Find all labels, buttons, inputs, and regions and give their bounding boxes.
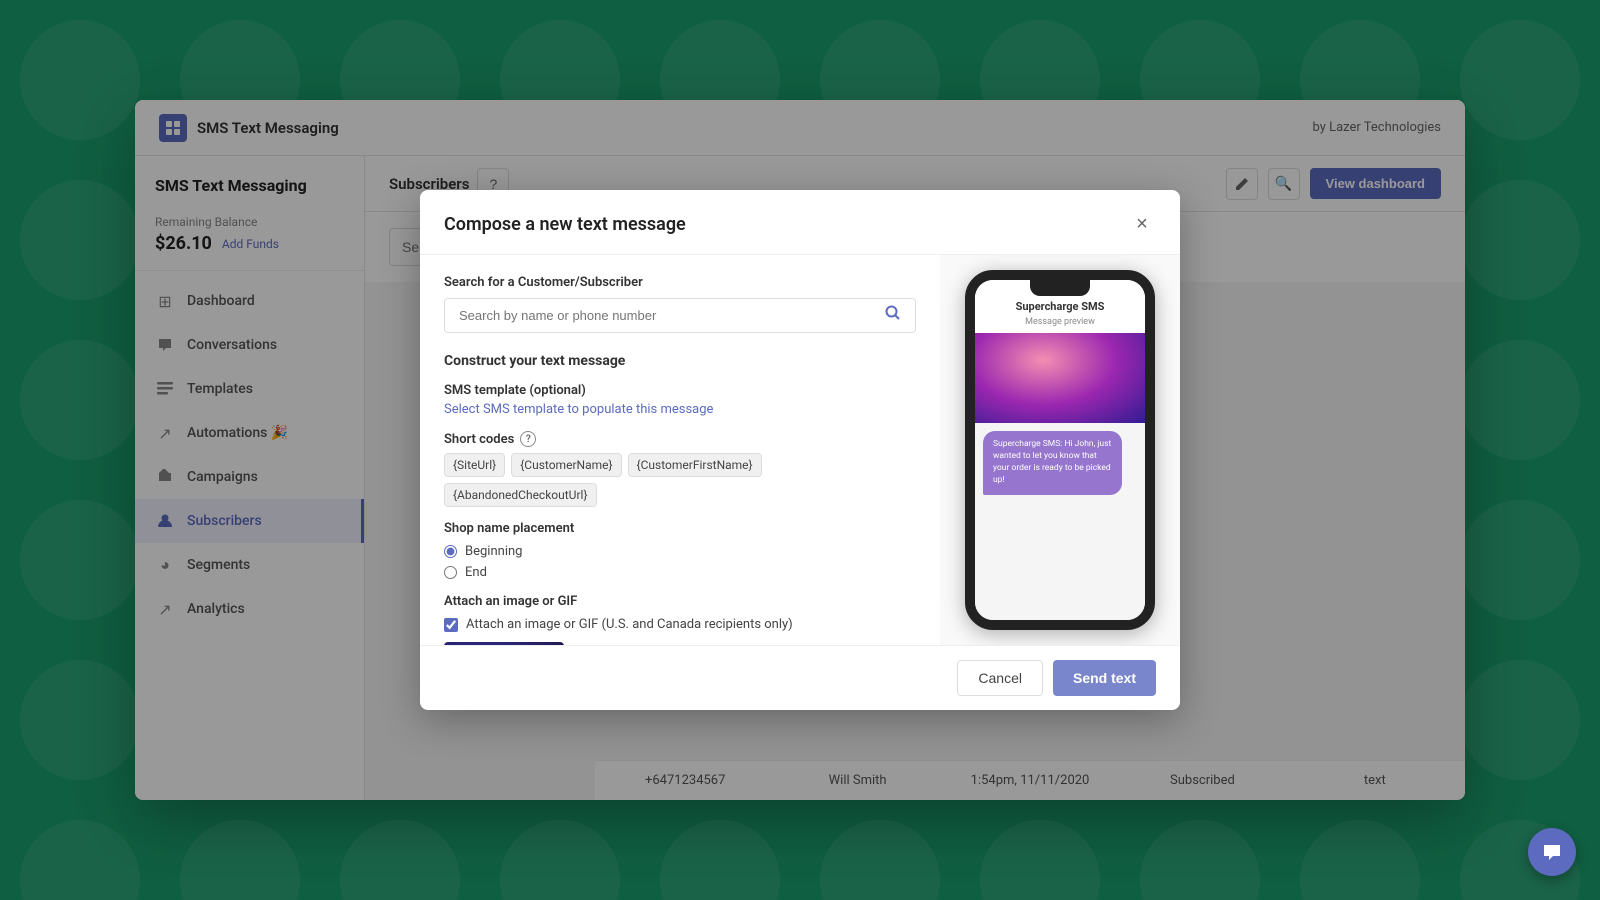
chat-widget[interactable] — [1528, 828, 1576, 876]
customer-search-input[interactable] — [455, 299, 881, 332]
radio-end-label: End — [465, 565, 487, 580]
modal-right-panel: Supercharge SMS Message preview Supercha… — [940, 255, 1180, 645]
phone-frame: Supercharge SMS Message preview Supercha… — [965, 270, 1155, 630]
image-preview — [444, 642, 564, 645]
phone-notch — [1030, 280, 1090, 296]
modal-header: Compose a new text message × — [420, 190, 1180, 255]
radio-beginning[interactable]: Beginning — [444, 544, 916, 559]
short-code-customername[interactable]: {CustomerName} — [511, 453, 621, 477]
cancel-button[interactable]: Cancel — [957, 660, 1043, 696]
modal-body: Search for a Customer/Subscriber Constru… — [420, 255, 1180, 645]
sms-template-link[interactable]: Select SMS template to populate this mes… — [444, 402, 916, 417]
radio-beginning-input[interactable] — [444, 545, 457, 558]
modal-left-panel: Search for a Customer/Subscriber Constru… — [420, 255, 940, 645]
construct-section: Construct your text message SMS template… — [444, 353, 916, 645]
send-text-button[interactable]: Send text — [1053, 660, 1156, 696]
image-preview-inner — [444, 642, 564, 645]
short-codes-label: Short codes ? — [444, 431, 916, 447]
attach-checkbox[interactable] — [444, 618, 458, 632]
attach-checkbox-label: Attach an image or GIF (U.S. and Canada … — [466, 617, 793, 632]
phone-image-area — [975, 333, 1145, 423]
radio-beginning-label: Beginning — [465, 544, 522, 559]
construct-title: Construct your text message — [444, 353, 916, 369]
attach-checkbox-row: Attach an image or GIF (U.S. and Canada … — [444, 617, 916, 632]
phone-message-bubble: Supercharge SMS: Hi John, just wanted to… — [983, 431, 1122, 495]
search-input-wrap — [444, 298, 916, 333]
search-section-label: Search for a Customer/Subscriber — [444, 275, 916, 290]
shop-name-section: Shop name placement Beginning End — [444, 521, 916, 580]
modal-overlay: Compose a new text message × Search for … — [0, 0, 1600, 900]
sms-template-label: SMS template (optional) — [444, 383, 916, 398]
attach-section: Attach an image or GIF Attach an image o… — [444, 594, 916, 645]
phone-screen: Supercharge SMS Message preview Supercha… — [975, 280, 1145, 620]
modal-footer: Cancel Send text — [420, 645, 1180, 710]
attach-label: Attach an image or GIF — [444, 594, 916, 609]
short-code-siteurl[interactable]: {SiteUrl} — [444, 453, 505, 477]
short-codes-info-icon[interactable]: ? — [520, 431, 536, 447]
customer-search-button[interactable] — [881, 301, 905, 330]
compose-modal: Compose a new text message × Search for … — [420, 190, 1180, 710]
short-codes-section: Short codes ? {SiteUrl} {CustomerName} {… — [444, 431, 916, 507]
radio-group: Beginning End — [444, 544, 916, 580]
phone-image-person — [975, 333, 1145, 423]
short-code-customerfirstname[interactable]: {CustomerFirstName} — [628, 453, 762, 477]
modal-close-button[interactable]: × — [1128, 210, 1156, 238]
shop-name-label: Shop name placement — [444, 521, 916, 536]
short-codes-row: {SiteUrl} {CustomerName} {CustomerFirstN… — [444, 453, 916, 507]
phone-messages: Supercharge SMS: Hi John, just wanted to… — [975, 423, 1145, 620]
radio-end-input[interactable] — [444, 566, 457, 579]
phone-subheader: Message preview — [975, 317, 1145, 333]
modal-title: Compose a new text message — [444, 214, 686, 235]
search-section: Search for a Customer/Subscriber — [444, 275, 916, 333]
radio-end[interactable]: End — [444, 565, 916, 580]
sms-template-section: SMS template (optional) Select SMS templ… — [444, 383, 916, 417]
short-code-abandonedcheckouturl[interactable]: {AbandonedCheckoutUrl} — [444, 483, 597, 507]
